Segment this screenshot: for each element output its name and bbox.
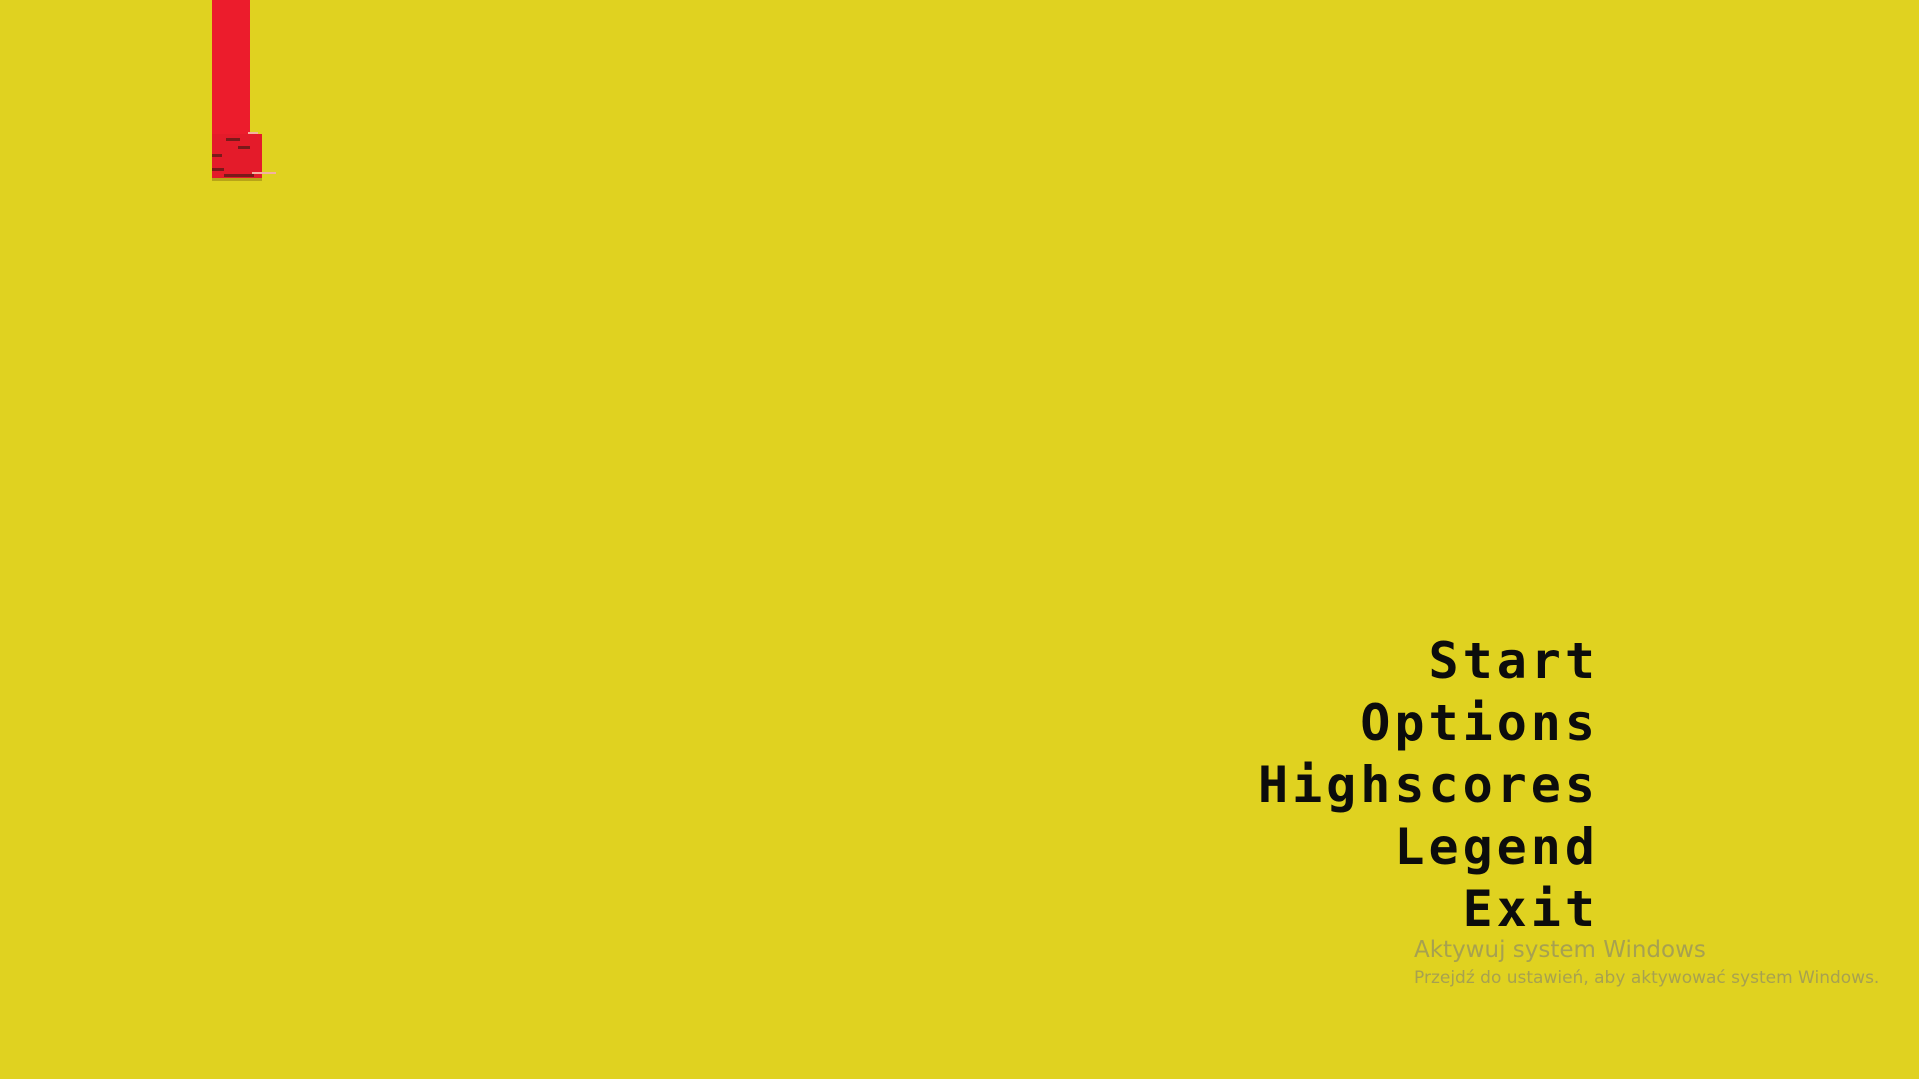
sprite-detail	[226, 138, 240, 141]
game-screen: Start Options Highscores Legend Exit Akt…	[0, 0, 1919, 1079]
menu-item-exit[interactable]: Exit	[1258, 878, 1599, 940]
windows-activation-watermark: Aktywuj system Windows Przejdź do ustawi…	[1414, 935, 1879, 991]
sprite-shadow	[212, 178, 262, 181]
menu-item-start[interactable]: Start	[1258, 630, 1599, 692]
sprite-detail	[212, 168, 224, 171]
menu-item-legend[interactable]: Legend	[1258, 816, 1599, 878]
red-pillar-sprite	[212, 0, 276, 182]
sprite-highlight	[248, 132, 258, 134]
menu-item-highscores[interactable]: Highscores	[1258, 754, 1599, 816]
sprite-highlight	[252, 172, 276, 174]
sprite-detail	[212, 154, 222, 157]
sprite-detail	[238, 146, 250, 149]
watermark-subtitle: Przejdź do ustawień, aby aktywować syste…	[1414, 968, 1880, 988]
main-menu: Start Options Highscores Legend Exit	[1258, 630, 1599, 940]
watermark-title: Aktywuj system Windows	[1414, 937, 1706, 963]
sprite-detail	[224, 174, 254, 177]
menu-item-options[interactable]: Options	[1258, 692, 1599, 754]
